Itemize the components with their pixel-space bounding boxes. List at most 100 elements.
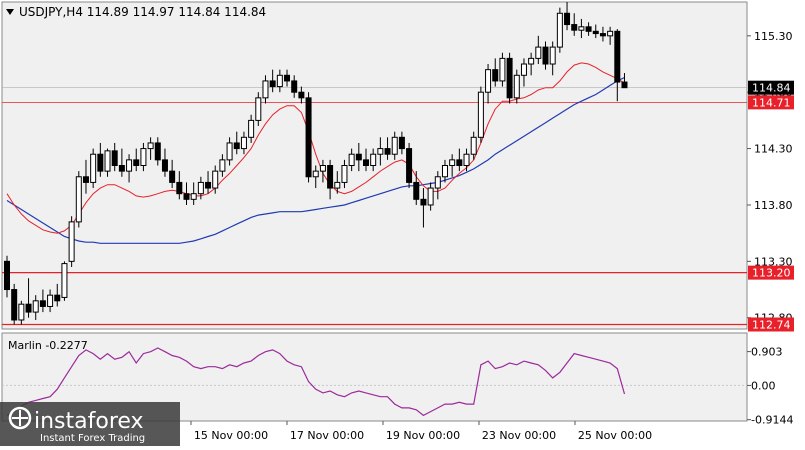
candle-body xyxy=(485,69,492,93)
candle-body xyxy=(240,136,247,150)
watermark-tagline: Instant Forex Trading xyxy=(40,433,145,444)
candle-body xyxy=(147,142,154,150)
candle-body xyxy=(291,80,298,93)
candle-body xyxy=(233,142,240,150)
candle-body xyxy=(276,74,283,88)
candle-body xyxy=(183,193,190,200)
candle-body xyxy=(169,170,176,183)
candle-body xyxy=(190,193,197,200)
candle-body xyxy=(126,159,133,172)
level-price-label: 112.74 xyxy=(752,318,791,331)
candle-body xyxy=(542,46,549,65)
time-tick-label: 17 Nov 00:00 xyxy=(290,429,364,442)
candle-body xyxy=(298,91,305,99)
candle-body xyxy=(312,170,319,178)
candle-body xyxy=(564,12,571,26)
candle-body xyxy=(449,159,456,167)
candle-body xyxy=(140,148,147,167)
indicator-label: Marlin -0.2277 xyxy=(8,339,88,352)
candle-body xyxy=(262,80,269,99)
candle-body xyxy=(18,303,25,321)
candle-body xyxy=(284,74,291,82)
candle-body xyxy=(32,300,39,313)
candle-body xyxy=(571,24,578,31)
candle-body xyxy=(219,159,226,172)
candle-body xyxy=(592,30,599,35)
candle-body xyxy=(614,30,621,83)
candle-body xyxy=(420,198,427,206)
candle-body xyxy=(154,142,161,161)
candle-body xyxy=(363,159,369,167)
watermark: instaforex Instant Forex Trading xyxy=(0,402,180,446)
candle-body xyxy=(212,170,219,189)
candle-body xyxy=(133,159,140,167)
candle-body xyxy=(391,136,398,155)
candle-body xyxy=(97,153,104,172)
candle-body xyxy=(161,159,168,172)
candle-body xyxy=(607,30,614,37)
candle-body xyxy=(377,148,384,155)
candle-body xyxy=(226,142,233,161)
candle-body xyxy=(599,33,606,37)
candle-body xyxy=(406,148,413,183)
indicator-tick-label: -0.9144 xyxy=(751,414,793,427)
candle-body xyxy=(39,300,46,307)
candle-body xyxy=(492,69,499,82)
candle-body xyxy=(384,148,391,155)
watermark-brand: instaforex xyxy=(34,409,144,434)
current-price-label: 114.84 xyxy=(752,82,791,95)
candle-body xyxy=(54,294,61,302)
candle-body xyxy=(506,57,513,99)
candle-body xyxy=(348,153,355,166)
candle-body xyxy=(255,97,262,121)
candle-body xyxy=(549,46,556,65)
candle-body xyxy=(556,12,563,48)
chart-window: 115.30114.80114.30113.80113.30112.800.90… xyxy=(0,0,805,446)
time-tick-label: 15 Nov 00:00 xyxy=(194,429,268,442)
candle-body xyxy=(205,181,212,189)
candle-body xyxy=(434,176,441,189)
candle-body xyxy=(520,63,527,76)
time-tick-label: 25 Nov 00:00 xyxy=(578,429,652,442)
candle-body xyxy=(11,289,18,321)
indicator-tick-label: 0.903 xyxy=(751,346,783,359)
candle-body xyxy=(456,159,463,167)
candle-body xyxy=(441,165,448,178)
level-price-label: 113.20 xyxy=(752,267,791,280)
candle-body xyxy=(75,176,82,223)
candle-body xyxy=(111,150,118,167)
symbol-info: USDJPY,H4 114.89 114.97 114.84 114.84 xyxy=(19,5,266,19)
candle-body xyxy=(176,181,183,195)
price-tick-label: 113.80 xyxy=(754,199,793,212)
chart-canvas: 115.30114.80114.30113.80113.30112.800.90… xyxy=(0,0,805,446)
candle-body xyxy=(47,294,54,307)
candle-body xyxy=(319,165,326,172)
candle-body xyxy=(427,187,434,206)
candle-body xyxy=(578,26,585,31)
candle-body xyxy=(621,81,628,89)
level-price-label: 114.71 xyxy=(752,96,791,109)
candle-body xyxy=(341,165,348,183)
price-tick-label: 115.30 xyxy=(754,30,793,43)
candle-body xyxy=(334,181,341,189)
price-tick-label: 114.30 xyxy=(754,143,793,156)
candle-body xyxy=(305,97,312,178)
candle-body xyxy=(269,80,276,88)
candle-body xyxy=(513,74,520,99)
candle-body xyxy=(61,263,68,298)
candle-body xyxy=(463,153,470,166)
candle-body xyxy=(477,91,484,138)
candle-body xyxy=(528,57,535,65)
candle-body xyxy=(82,176,89,183)
indicator-tick-label: 0.00 xyxy=(751,379,776,392)
candle-body xyxy=(413,181,420,200)
candle-body xyxy=(585,26,592,32)
candle-body xyxy=(535,46,542,59)
candle-body xyxy=(370,153,377,166)
candle-body xyxy=(118,165,125,172)
candle-body xyxy=(499,57,506,82)
candle-body xyxy=(197,181,204,195)
candle-body xyxy=(355,153,362,161)
candle-body xyxy=(25,303,32,313)
time-tick-label: 19 Nov 00:00 xyxy=(386,429,460,442)
